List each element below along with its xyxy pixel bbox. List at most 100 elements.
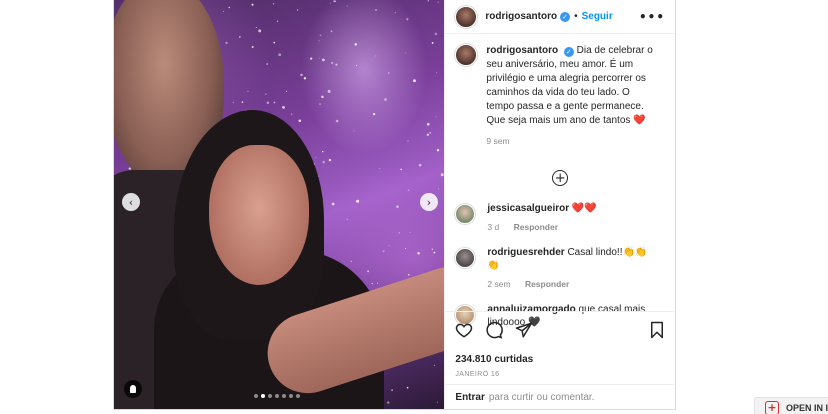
comment-meta: 2 sem Responder [487,278,657,291]
comment-text: ❤️❤️ [571,203,597,214]
more-options-icon[interactable]: ••• [639,10,665,24]
star [328,158,332,162]
star [353,130,355,132]
follow-button[interactable]: Seguir [582,11,613,22]
login-link[interactable]: Entrar [455,392,484,403]
star [346,218,348,220]
avatar[interactable] [455,5,478,28]
star [356,64,358,67]
author-username[interactable]: rodrigosantoro [485,11,557,22]
comment-username[interactable]: jessicasalgueiror [487,203,569,214]
woman-face [209,145,309,285]
verified-check-icon: ✓ [560,11,571,22]
star [437,1,439,3]
carousel-dot [282,394,286,398]
comment-body: rodriguesrehder Casal lindo!!👏👏👏 2 sem R… [487,246,657,291]
star [354,43,358,46]
reply-button[interactable]: Responder [525,279,569,289]
star [346,5,348,7]
verified-check-icon: ✓ [563,47,574,57]
carousel-prev-button[interactable]: ‹ [122,193,140,211]
star [319,34,322,37]
star [330,61,334,65]
avatar[interactable] [455,248,476,268]
open-in-app-button[interactable]: + OPEN IN I [754,397,828,414]
star [406,386,409,389]
star [398,232,401,234]
star [350,260,352,263]
comment-icon[interactable] [485,321,504,339]
star [310,57,313,60]
star [228,6,230,9]
star [438,188,440,190]
plus-circle-icon: + [552,170,569,186]
star [435,116,437,118]
star [382,250,385,253]
star [418,163,422,167]
star [319,103,321,105]
login-to-comment: Entrar para curtir ou comentar. [445,384,676,409]
tagged-people-button[interactable] [124,380,142,398]
carousel-indicator [254,394,300,398]
comment-username[interactable]: rodriguesrehder [487,247,564,258]
comments-list: rodrigosantoro ✓ Dia de celebrar o seu a… [445,34,675,329]
star [298,119,302,123]
avatar[interactable] [455,44,478,66]
star [413,79,416,83]
star [265,93,267,95]
star [335,63,338,66]
star [318,40,320,42]
star [427,0,430,2]
star [266,101,270,105]
post-sidebar: rodrigosantoro ✓ • Seguir ••• rodrigosan… [444,0,676,409]
star [440,173,444,177]
star [247,90,249,93]
action-bar: 234.810 curtidas JANEIRO 16 [445,311,676,378]
star [278,53,282,57]
star [436,72,438,74]
reply-button[interactable]: Responder [514,222,558,232]
carousel-dot [254,394,258,398]
star [371,282,373,285]
carousel-dot [261,394,265,398]
list-item: jessicasalgueiror ❤️❤️ 3 d Responder [455,202,665,234]
caption-username[interactable]: rodrigosantoro [486,45,558,56]
caption: rodrigosantoro ✓ Dia de celebrar o seu a… [455,44,665,148]
star [388,72,390,74]
bookmark-icon[interactable] [649,321,665,339]
star [330,2,332,4]
star [372,112,376,116]
star [391,389,393,391]
paper-plane-icon[interactable] [515,321,533,339]
star [379,168,381,169]
star [251,3,254,6]
carousel-next-button[interactable]: › [420,193,438,211]
avatar[interactable] [455,204,476,224]
star [367,270,370,273]
star [321,95,324,99]
caption-text: Dia de celebrar o seu aniversário, meu a… [486,45,653,126]
plus-square-icon: + [765,401,779,414]
post-date[interactable]: JANEIRO 16 [455,371,665,378]
star [405,247,407,250]
likes-count[interactable]: 234.810 curtidas [455,354,665,365]
star [384,98,387,101]
star [321,150,324,153]
carousel-dot [296,394,300,398]
load-more-comments[interactable]: + [455,170,665,186]
post-photo[interactable]: ‹ › [114,0,445,409]
star [387,401,390,404]
user-icon [130,385,136,393]
star [330,30,333,33]
star [331,202,335,206]
star [407,189,410,191]
star [409,232,411,233]
star [300,73,303,77]
star [273,3,275,5]
star [296,9,299,11]
heart-icon[interactable] [455,321,473,339]
post-header: rodrigosantoro ✓ • Seguir ••• [445,0,675,34]
chevron-left-icon: ‹ [128,195,134,209]
star [388,245,390,247]
star [322,58,325,62]
